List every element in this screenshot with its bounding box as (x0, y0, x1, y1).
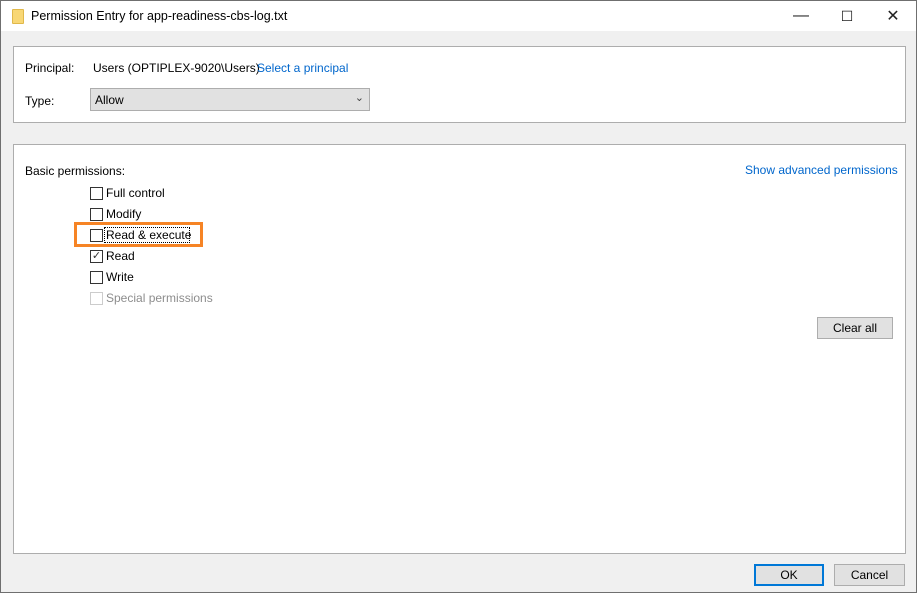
permissions-panel (13, 144, 906, 554)
permission-label: Write (106, 270, 134, 284)
minimize-button[interactable]: — (778, 1, 824, 31)
permission-label: Full control (106, 186, 165, 200)
principal-label: Principal: (25, 61, 75, 75)
checkbox-write[interactable] (90, 271, 103, 284)
permission-label: Modify (106, 207, 142, 221)
window-title: Permission Entry for app-readiness-cbs-l… (31, 9, 288, 23)
ok-button[interactable]: OK (754, 564, 824, 586)
principal-panel (13, 46, 906, 123)
basic-permissions-label: Basic permissions: (25, 164, 126, 178)
select-principal-link[interactable]: Select a principal (257, 61, 348, 75)
checkbox-read[interactable]: ✓ (90, 250, 103, 263)
close-button[interactable]: ✕ (870, 1, 916, 31)
checkbox-full-control[interactable] (90, 187, 103, 200)
permission-entry-dialog: Permission Entry for app-readiness-cbs-l… (0, 0, 917, 593)
permission-label: Special permissions (106, 291, 213, 305)
principal-value: Users (OPTIPLEX-9020\Users) (93, 61, 260, 75)
cancel-button[interactable]: Cancel (834, 564, 905, 586)
folder-icon (12, 9, 24, 24)
show-advanced-permissions-link[interactable]: Show advanced permissions (745, 163, 898, 177)
checkbox-modify[interactable] (90, 208, 103, 221)
checkbox-special-permissions (90, 292, 103, 305)
type-select[interactable]: Allow ⌄ (90, 88, 370, 111)
clear-all-button[interactable]: Clear all (817, 317, 893, 339)
permission-label: Read & execute (106, 228, 192, 242)
type-label: Type: (25, 94, 55, 108)
type-select-value: Allow (95, 93, 124, 107)
chevron-down-icon: ⌄ (354, 92, 364, 104)
permission-label: Read (106, 249, 135, 263)
checkbox-read-execute[interactable] (90, 229, 103, 242)
title-bar: Permission Entry for app-readiness-cbs-l… (1, 1, 916, 31)
maximize-button[interactable]: ☐ (824, 1, 870, 31)
